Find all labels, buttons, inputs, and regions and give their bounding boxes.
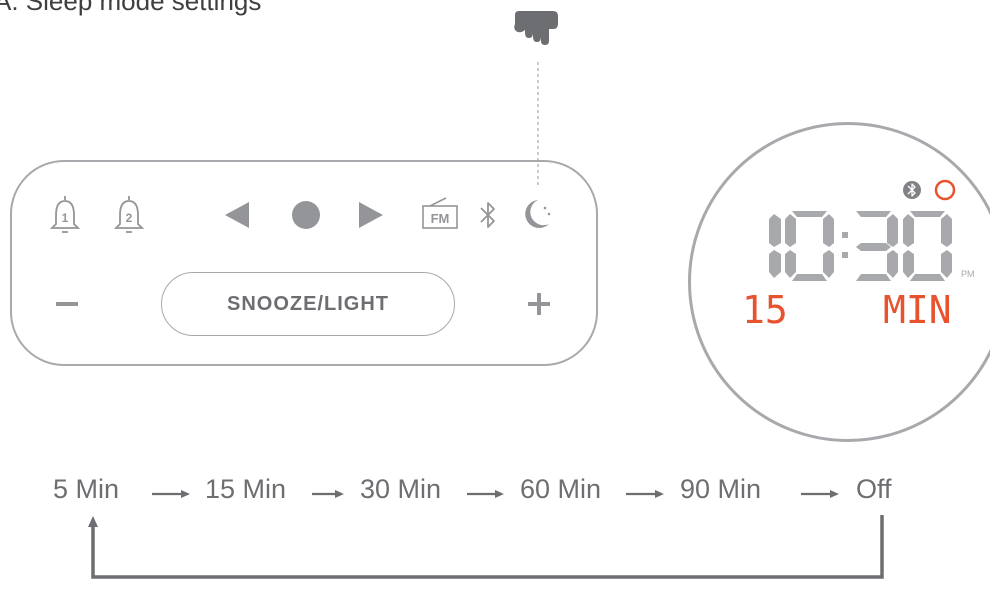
- arrow-90-to-off: [801, 490, 839, 498]
- arrow-60-to-90: [626, 490, 664, 498]
- loop-back-arrow: [88, 515, 884, 579]
- arrow-5-to-15: [152, 490, 190, 498]
- cycle-arrows: [88, 490, 884, 579]
- arrow-15-to-30: [312, 490, 344, 498]
- arrow-30-to-60: [467, 490, 504, 498]
